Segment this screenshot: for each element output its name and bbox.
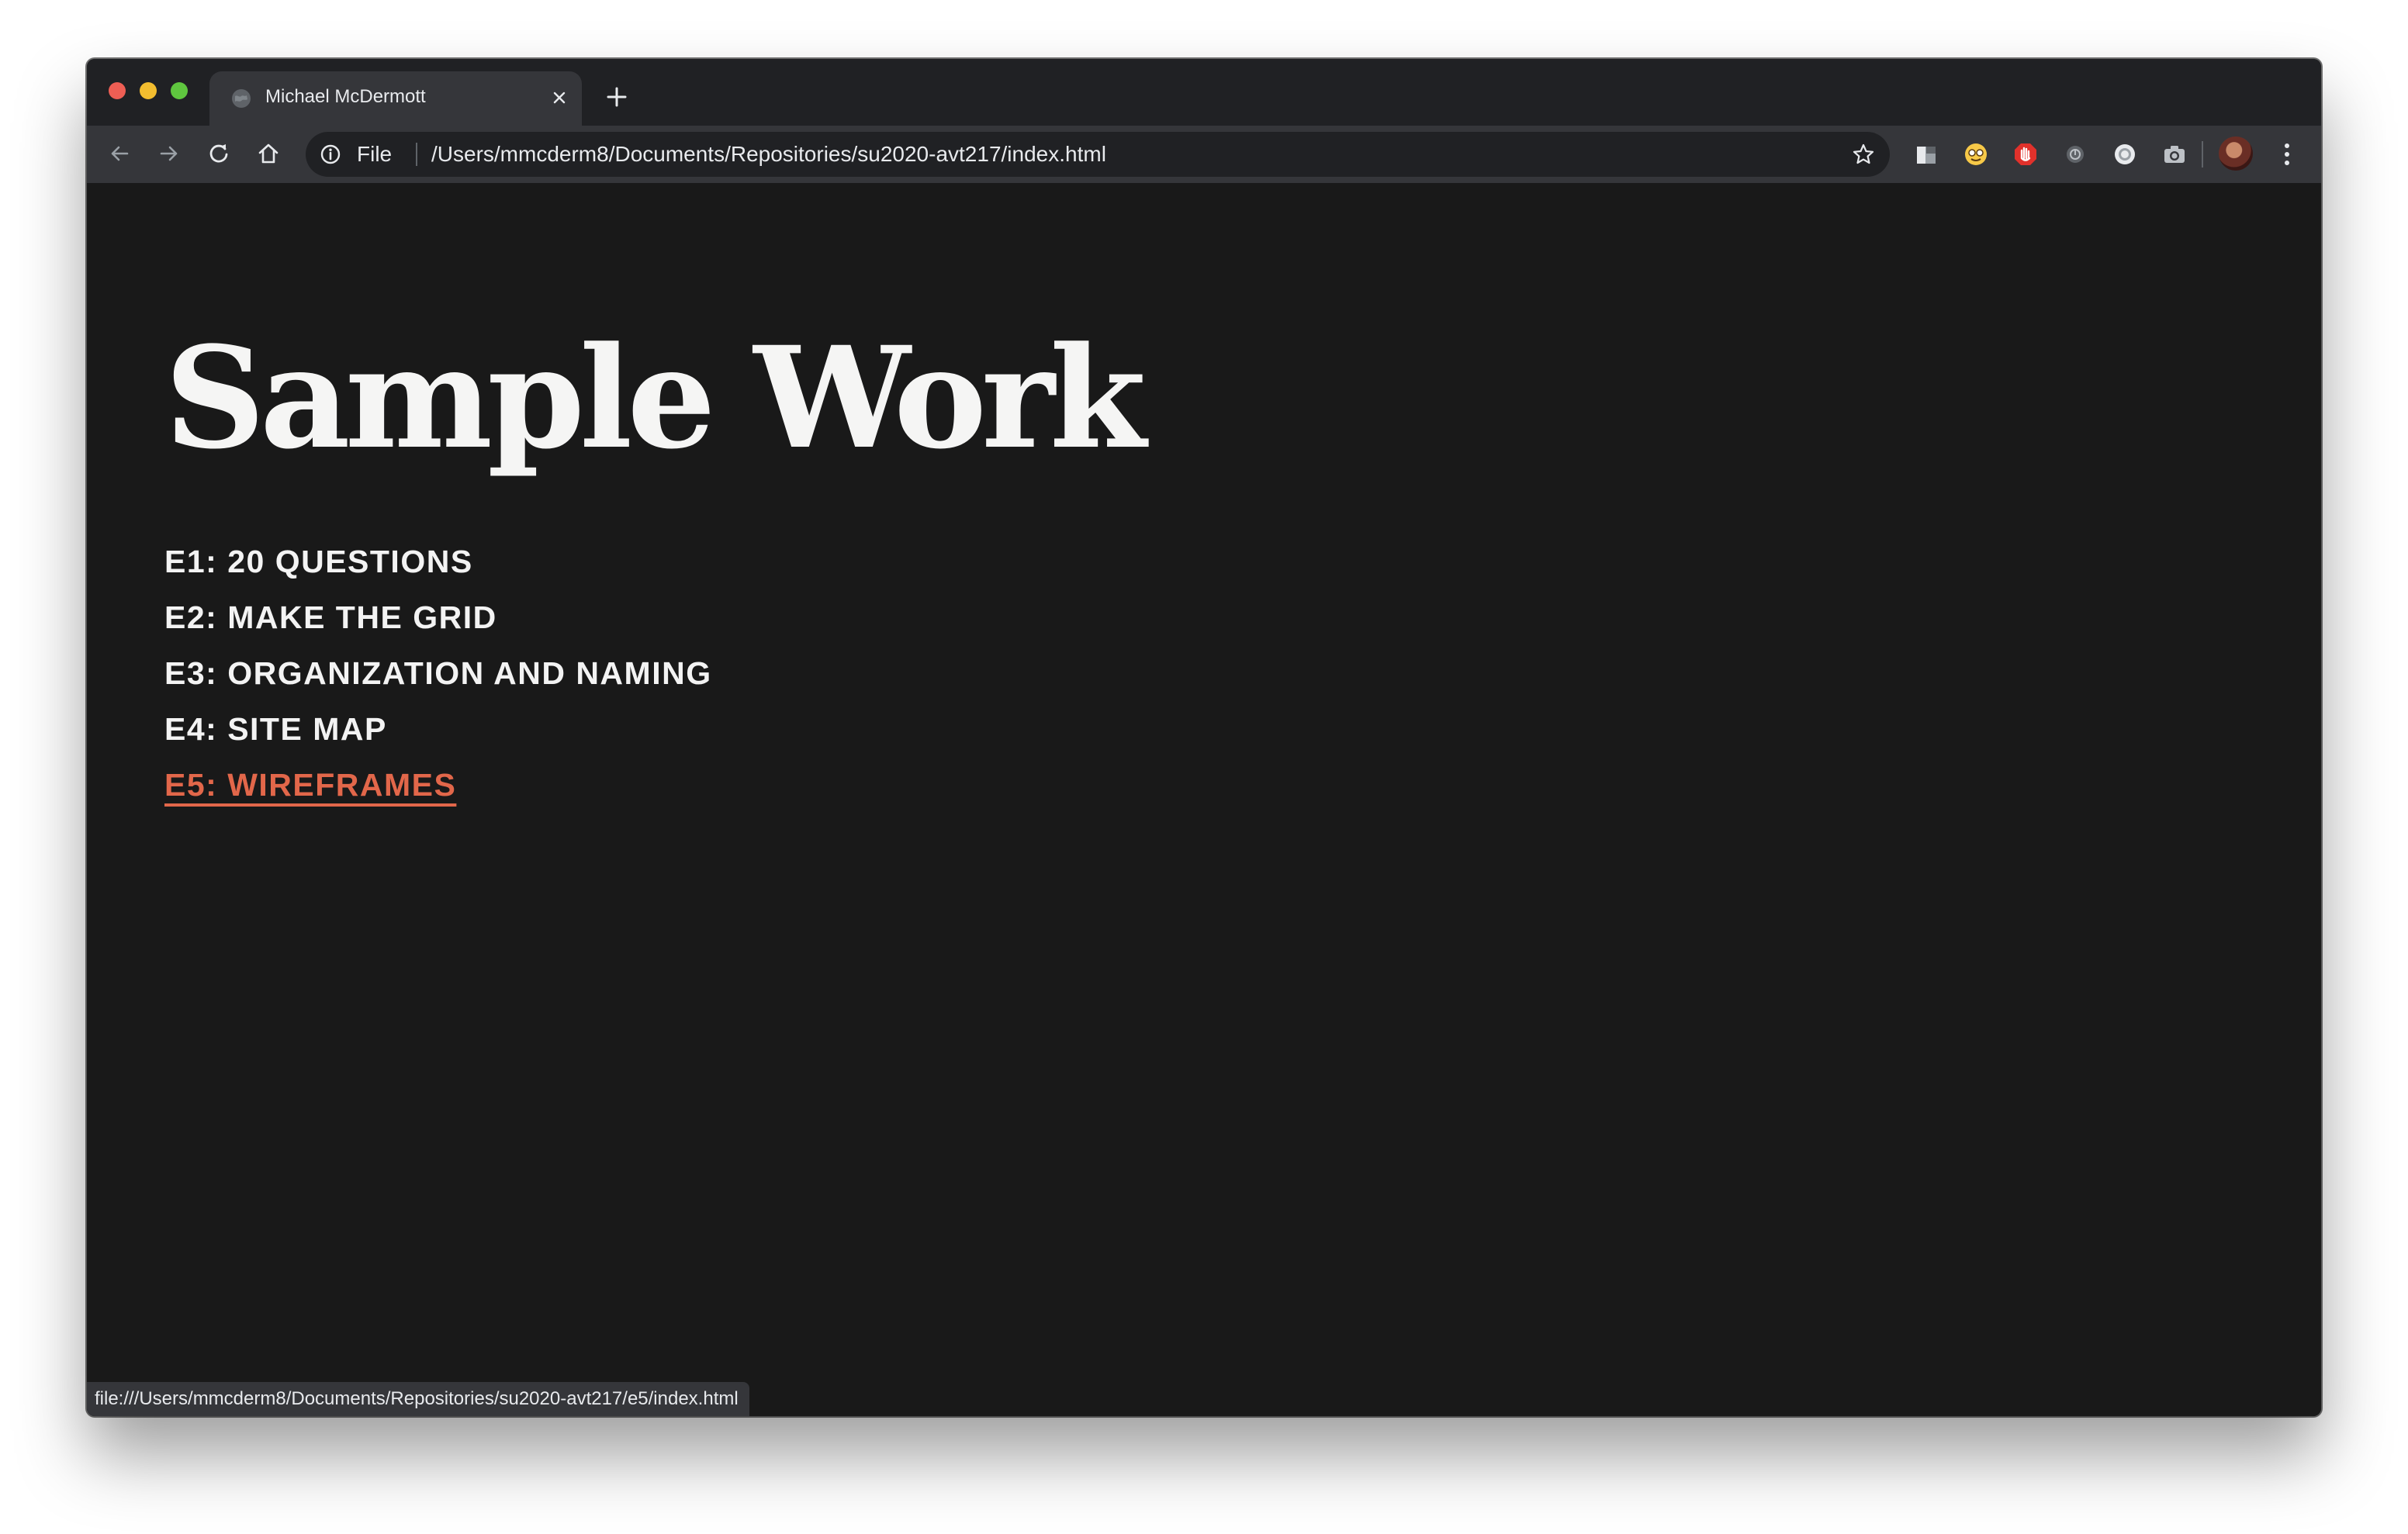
list-item: E3: ORGANIZATION AND NAMING: [164, 645, 712, 701]
list-item: E4: SITE MAP: [164, 701, 712, 757]
reload-icon[interactable]: [205, 140, 233, 168]
more-menu-icon[interactable]: [2279, 140, 2295, 169]
extension-icon-1[interactable]: [1913, 141, 1939, 168]
globe-icon: [232, 89, 251, 108]
page-content: Sample Work E1: 20 QUESTIONS E2: MAKE TH…: [87, 183, 2321, 1416]
camera-icon[interactable]: [2161, 141, 2188, 168]
home-icon[interactable]: [254, 140, 282, 168]
extension-icon-5[interactable]: [2112, 141, 2138, 168]
browser-window: Michael McDermott File /Users/mmcderm8/D…: [87, 59, 2321, 1416]
list-item: E5: WIREFRAMES: [164, 757, 712, 813]
exercise-link-e3[interactable]: E3: ORGANIZATION AND NAMING: [164, 655, 712, 691]
scheme-label: File: [357, 142, 393, 166]
toolbar-divider: [2202, 141, 2203, 168]
forward-icon[interactable]: [155, 140, 183, 168]
info-icon[interactable]: [320, 143, 341, 165]
list-item: E1: 20 QUESTIONS: [164, 534, 712, 589]
new-tab-icon[interactable]: [604, 84, 630, 110]
address-bar[interactable]: File /Users/mmcderm8/Documents/Repositor…: [306, 132, 1890, 177]
exercise-link-e5[interactable]: E5: WIREFRAMES: [164, 767, 456, 803]
list-item: E2: MAKE THE GRID: [164, 589, 712, 645]
omnibox-divider: [416, 143, 417, 166]
exercise-link-e4[interactable]: E4: SITE MAP: [164, 711, 387, 747]
bookmark-star-icon[interactable]: [1851, 142, 1876, 167]
minimize-window-button[interactable]: [140, 82, 157, 99]
back-icon[interactable]: [106, 140, 133, 168]
profile-avatar[interactable]: [2219, 136, 2253, 171]
exercise-link-e2[interactable]: E2: MAKE THE GRID: [164, 599, 497, 635]
close-window-button[interactable]: [109, 82, 126, 99]
tab-title: Michael McDermott: [265, 86, 426, 107]
exercise-link-list: E1: 20 QUESTIONS E2: MAKE THE GRID E3: O…: [164, 534, 712, 813]
extension-icon-3[interactable]: [2012, 141, 2039, 168]
extension-icon-2[interactable]: [1963, 141, 1989, 168]
link-status-bubble: file:///Users/mmcderm8/Documents/Reposit…: [87, 1382, 749, 1416]
tab-strip: Michael McDermott: [87, 59, 2321, 126]
maximize-window-button[interactable]: [171, 82, 188, 99]
browser-tab[interactable]: Michael McDermott: [209, 71, 582, 126]
close-tab-icon[interactable]: [548, 86, 571, 109]
browser-toolbar: File /Users/mmcderm8/Documents/Repositor…: [87, 126, 2321, 183]
page-title: Sample Work: [164, 316, 1147, 480]
url-text[interactable]: /Users/mmcderm8/Documents/Repositories/s…: [431, 132, 1106, 177]
exercise-link-e1[interactable]: E1: 20 QUESTIONS: [164, 544, 473, 579]
extension-icon-4[interactable]: [2062, 141, 2088, 168]
